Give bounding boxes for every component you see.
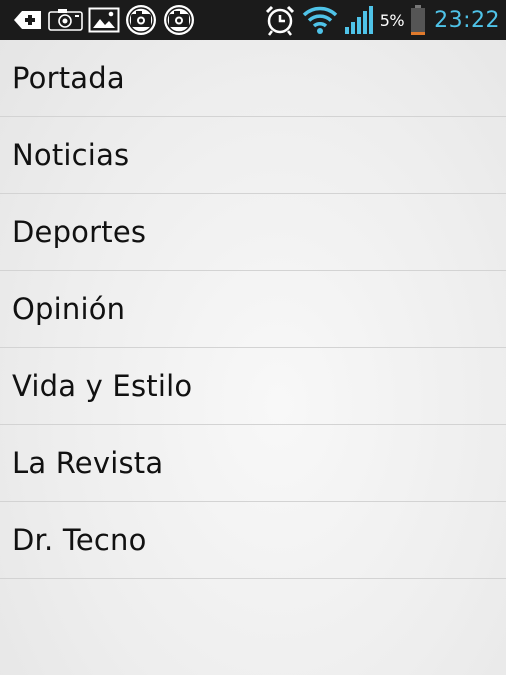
photo-sync-icon — [162, 3, 196, 37]
menu-item-label: Vida y Estilo — [12, 369, 193, 403]
signal-bars-icon — [344, 5, 374, 35]
menu-item-label: Opinión — [12, 292, 126, 326]
menu-item-la-revista[interactable]: La Revista — [0, 425, 506, 502]
system-icons: 5% 23:22 — [264, 4, 500, 36]
battery-percent: 5% — [379, 10, 405, 30]
menu-item-dr-tecno[interactable]: Dr. Tecno — [0, 502, 506, 579]
notification-icons — [12, 3, 196, 37]
menu-item-deportes[interactable]: Deportes — [0, 194, 506, 271]
menu-item-label: Dr. Tecno — [12, 523, 147, 557]
camera-icon — [48, 8, 84, 32]
image-icon — [88, 7, 120, 33]
status-bar: 5% 23:22 — [0, 0, 506, 40]
section-menu: Portada Noticias Deportes Opinión Vida y… — [0, 40, 506, 579]
menu-item-vida-y-estilo[interactable]: Vida y Estilo — [0, 348, 506, 425]
status-clock: 23:22 — [434, 7, 500, 33]
wifi-icon — [302, 5, 338, 35]
battery-icon — [410, 4, 426, 36]
menu-item-opinion[interactable]: Opinión — [0, 271, 506, 348]
menu-item-portada[interactable]: Portada — [0, 40, 506, 117]
menu-item-label: Deportes — [12, 215, 147, 249]
medical-cross-icon — [12, 8, 44, 32]
alarm-clock-icon — [264, 4, 296, 36]
photo-sync-icon — [124, 3, 158, 37]
menu-item-label: Portada — [12, 61, 125, 95]
menu-item-noticias[interactable]: Noticias — [0, 117, 506, 194]
menu-item-label: Noticias — [12, 138, 130, 172]
menu-item-label: La Revista — [12, 446, 164, 480]
